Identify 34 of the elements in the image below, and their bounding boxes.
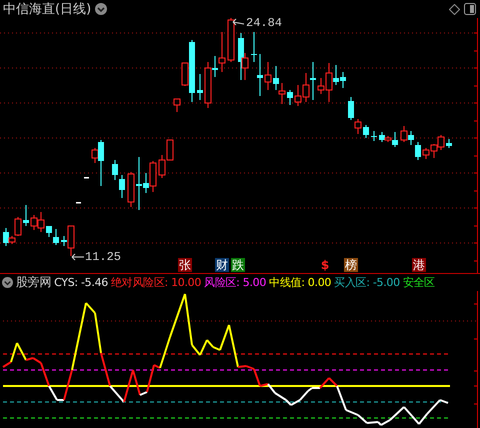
candlestick [363, 124, 369, 138]
arrow-icon [72, 254, 84, 260]
legend-item: 绝对风险区: 10.00 [110, 275, 202, 290]
candlestick [174, 98, 180, 112]
price-dash [84, 177, 89, 178]
legend-item: CYS: -5.46 [54, 276, 108, 289]
candlestick [197, 74, 203, 100]
info-tag[interactable]: 跌 [231, 258, 245, 272]
dollar-sign[interactable]: $ [318, 258, 332, 272]
price-dash [76, 202, 81, 204]
info-tag[interactable]: 榜 [344, 258, 358, 272]
dropdown-icon[interactable] [95, 3, 108, 15]
chart-title: 中信海直(日线) [3, 1, 92, 18]
dropdown-icon[interactable] [2, 277, 13, 288]
candlestick [287, 90, 293, 106]
legend-item: 买入区: -5.00 [334, 275, 400, 290]
low-price-label: 11.25 [85, 251, 122, 264]
panel-icon[interactable] [464, 3, 476, 15]
candlestick [446, 138, 452, 148]
high-price-label: 24.84 [246, 17, 282, 30]
legend-item: 安全区 [402, 275, 435, 290]
info-tag[interactable]: 张 [178, 258, 192, 272]
legend-item: 中线值: 0.00 [269, 275, 332, 290]
candlestick [371, 130, 377, 142]
candlestick [23, 204, 29, 226]
candlestick [228, 18, 234, 62]
legend-item: 风险区: 5.00 [204, 275, 266, 290]
arrow-icon [232, 18, 244, 26]
info-tag[interactable]: 财 [215, 258, 229, 272]
info-tag[interactable]: 港 [412, 258, 426, 272]
candlestick [128, 172, 134, 208]
diamond-icon[interactable] [449, 4, 460, 14]
indicator-name: 股旁网 [16, 274, 52, 291]
candlestick [264, 62, 272, 90]
